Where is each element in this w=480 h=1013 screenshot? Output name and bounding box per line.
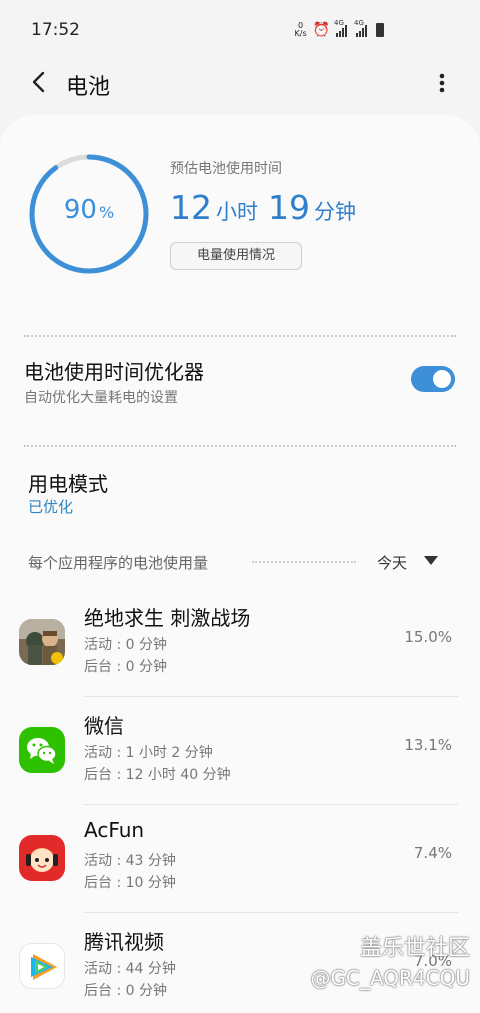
- app-active-time: 活动 : 1 小时 2 分钟: [84, 745, 213, 761]
- back-arrow-icon[interactable]: [28, 70, 52, 94]
- divider: [252, 561, 356, 563]
- app-row-acfun[interactable]: AcFun 活动 : 43 分钟 后台 : 10 分钟 7.4%: [0, 806, 480, 914]
- app-usage-header: 每个应用程序的电池使用量: [28, 554, 209, 572]
- app-usage-percent: 13.1%: [404, 736, 452, 754]
- status-icons: 0 K/s ⏰ 4G 4G: [293, 19, 384, 40]
- wechat-icon: [19, 727, 65, 773]
- app-background-time: 后台 : 0 分钟: [84, 659, 167, 675]
- status-bar: 17:52 0 K/s ⏰ 4G 4G: [0, 0, 480, 60]
- tencent-video-icon: [19, 943, 65, 989]
- divider: [84, 804, 458, 805]
- acfun-icon: [19, 835, 65, 881]
- alarm-icon: ⏰: [312, 22, 330, 38]
- app-active-time: 活动 : 43 分钟: [84, 853, 176, 869]
- more-options-icon[interactable]: [432, 68, 452, 98]
- page-title: 电池: [66, 75, 111, 100]
- app-active-time: 活动 : 0 分钟: [84, 637, 167, 653]
- power-mode-value: 已优化: [28, 498, 74, 516]
- optimizer-toggle[interactable]: [411, 366, 455, 392]
- optimizer-subtitle: 自动优化大量耗电的设置: [24, 390, 178, 406]
- signal-icon-2: 4G: [354, 19, 370, 37]
- battery-usage-button[interactable]: 电量使用情况: [170, 242, 302, 270]
- app-active-time: 活动 : 44 分钟: [84, 961, 176, 977]
- app-name: 腾讯视频: [84, 930, 164, 954]
- app-background-time: 后台 : 0 分钟: [84, 983, 167, 999]
- divider: [84, 912, 458, 913]
- app-usage-percent: 15.0%: [404, 628, 452, 646]
- app-name: AcFun: [84, 818, 145, 842]
- status-time: 17:52: [31, 20, 80, 40]
- pubg-icon: [19, 619, 65, 665]
- estimate-value: 12 小时 19 分钟: [170, 188, 356, 227]
- app-name: 微信: [84, 714, 124, 738]
- divider: [84, 696, 458, 697]
- app-background-time: 后台 : 12 小时 40 分钟: [84, 767, 231, 783]
- app-background-time: 后台 : 10 分钟: [84, 875, 176, 891]
- dropdown-caret-icon[interactable]: [424, 556, 438, 565]
- app-row-wechat[interactable]: 微信 活动 : 1 小时 2 分钟 后台 : 12 小时 40 分钟 13.1%: [0, 698, 480, 806]
- optimizer-title[interactable]: 电池使用时间优化器: [24, 356, 204, 385]
- power-mode-title[interactable]: 用电模式: [28, 468, 108, 497]
- app-row-tencent-video[interactable]: 腾讯视频 活动 : 44 分钟 后台 : 0 分钟 7.0%: [0, 914, 480, 1013]
- period-dropdown[interactable]: 今天: [377, 552, 407, 573]
- signal-icon: 4G: [334, 19, 350, 37]
- app-name: 绝地求生 刺激战场: [84, 606, 251, 630]
- divider: [24, 335, 456, 337]
- divider: [24, 445, 456, 447]
- estimate-label: 预估电池使用时间: [170, 161, 282, 177]
- app-usage-percent: 7.4%: [413, 844, 452, 862]
- battery-icon: [376, 23, 384, 37]
- app-bar: 电池: [0, 60, 480, 110]
- net-speed-indicator: 0 K/s: [294, 21, 307, 38]
- battery-percent: 90%: [63, 195, 115, 225]
- battery-level-ring: 90%: [28, 153, 150, 275]
- app-row-pubg[interactable]: 绝地求生 刺激战场 活动 : 0 分钟 后台 : 0 分钟 15.0%: [0, 590, 480, 698]
